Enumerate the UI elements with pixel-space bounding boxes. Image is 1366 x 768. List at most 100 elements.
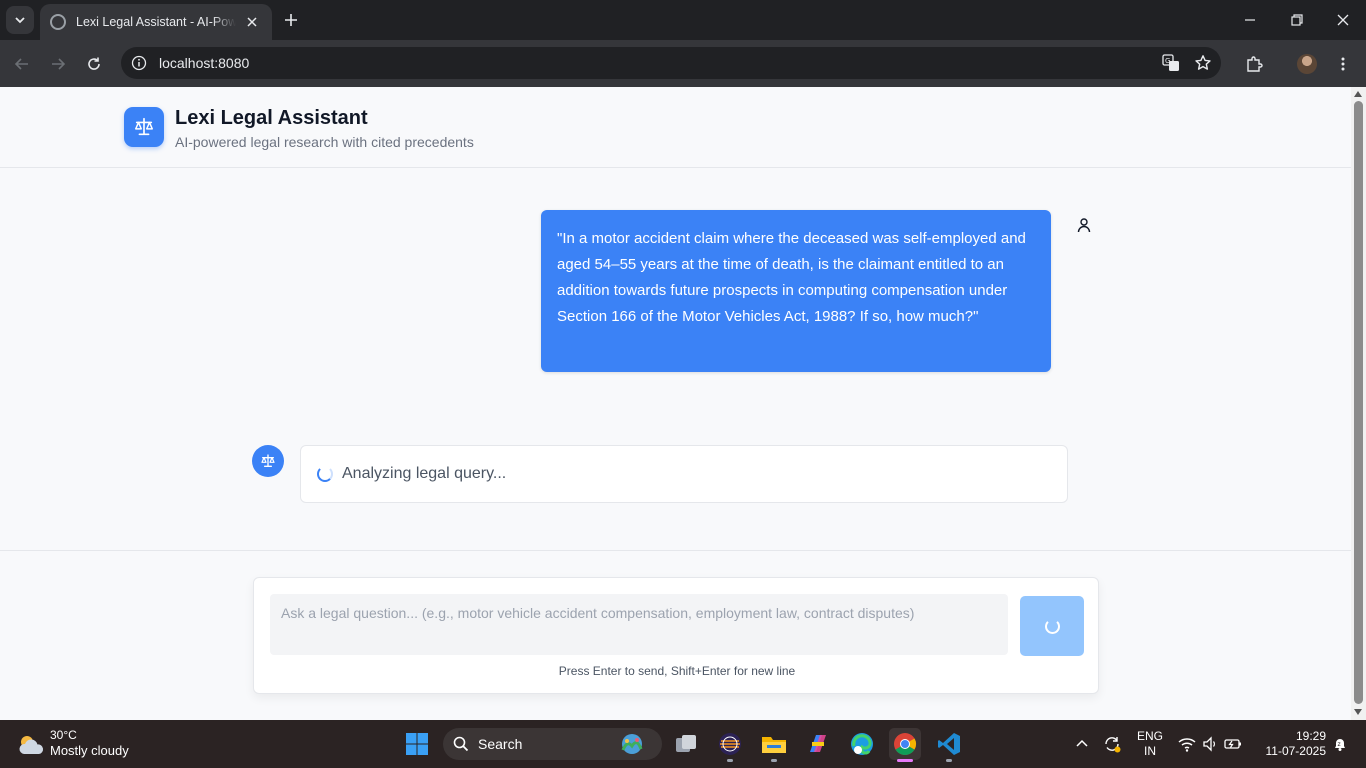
volume-icon (1203, 736, 1216, 752)
translate-icon: G (1162, 54, 1179, 71)
translate-button[interactable]: G (1159, 51, 1183, 75)
sync-icon (1105, 737, 1121, 753)
language-code: ENG (1136, 729, 1163, 743)
scale-icon (135, 117, 153, 136)
scroll-down-arrow-icon[interactable] (1354, 709, 1362, 715)
extensions-button[interactable] (1242, 52, 1266, 76)
clock-date: 11-07-2025 (1265, 744, 1327, 758)
forward-button[interactable] (46, 52, 70, 76)
active-indicator (897, 759, 913, 762)
plus-icon (285, 14, 297, 26)
assistant-avatar (252, 445, 284, 477)
close-icon (1337, 14, 1349, 26)
bookmark-button[interactable] (1191, 51, 1215, 75)
minimize-icon (1245, 19, 1255, 21)
taskbar-app-edge[interactable] (846, 728, 878, 760)
scale-icon (261, 454, 275, 467)
quick-settings-button[interactable] (1172, 728, 1248, 760)
clock-time: 19:29 (1295, 729, 1326, 743)
reload-button[interactable] (82, 52, 106, 76)
copilot-icon (810, 735, 826, 752)
globe-icon (50, 14, 66, 30)
assistant-status-text: Analyzing legal query... (342, 465, 507, 482)
notifications-button[interactable]: z (1330, 728, 1350, 760)
app-logo (124, 107, 164, 147)
star-icon (1195, 55, 1211, 70)
scroll-thumb[interactable] (1354, 101, 1363, 704)
browser-tab[interactable]: Lexi Legal Assistant - AI-Powered Legal … (40, 4, 272, 40)
composer-hint: Press Enter to send, Shift+Enter for new… (558, 664, 796, 678)
windows-taskbar: 30°C Mostly cloudy Search ENG IN 19:29 1… (0, 720, 1366, 768)
eclipse-icon (719, 733, 741, 755)
clock[interactable]: 19:29 11-07-2025 (1258, 729, 1327, 759)
user-icon (1077, 218, 1091, 233)
user-message: "In a motor accident claim where the dec… (541, 210, 1051, 372)
loading-spinner-icon (1044, 618, 1060, 634)
address-bar[interactable]: localhost:8080 G (121, 47, 1221, 79)
page-viewport: Lexi Legal Assistant AI-powered legal re… (0, 87, 1351, 720)
weather-temperature: 30°C (50, 728, 77, 742)
chevron-up-icon (1076, 739, 1088, 747)
browser-tab-strip: Lexi Legal Assistant - AI-Powered Legal … (0, 0, 1366, 40)
wifi-icon (1178, 738, 1196, 752)
weather-description: Mostly cloudy (50, 743, 129, 758)
region-code: IN (1144, 744, 1156, 758)
tab-search-button[interactable] (6, 6, 34, 34)
taskbar-search[interactable]: Search (443, 728, 662, 760)
browser-menu-button[interactable] (1331, 52, 1355, 76)
tab-title: Lexi Legal Assistant - AI-Powered Legal … (76, 15, 236, 29)
notification-bell-icon: z (1335, 739, 1345, 751)
restore-icon (1291, 14, 1303, 26)
composer-card: Press Enter to send, Shift+Enter for new… (253, 577, 1099, 694)
url-text: localhost:8080 (159, 55, 250, 71)
sync-status-button[interactable] (1096, 728, 1128, 760)
query-input[interactable] (270, 594, 1008, 655)
send-button[interactable] (1020, 596, 1084, 656)
page-scrollbar[interactable] (1351, 87, 1366, 720)
app-title: Lexi Legal Assistant (175, 107, 368, 129)
search-highlight-icon (621, 734, 643, 754)
scroll-up-arrow-icon[interactable] (1354, 91, 1362, 97)
puzzle-icon (1247, 56, 1263, 72)
restore-button[interactable] (1285, 8, 1309, 32)
minimize-button[interactable] (1238, 8, 1262, 32)
battery-icon (1224, 739, 1241, 749)
running-indicator (727, 759, 733, 762)
more-vertical-icon (1341, 57, 1345, 71)
close-icon (247, 17, 257, 27)
arrow-left-icon (14, 58, 28, 70)
svg-text:z: z (1338, 741, 1341, 748)
taskbar-app-file-explorer[interactable] (758, 728, 790, 762)
vscode-icon (938, 733, 960, 755)
weather-widget[interactable]: 30°C Mostly cloudy (16, 728, 129, 759)
tab-close-button[interactable] (242, 12, 262, 32)
arrow-right-icon (52, 58, 66, 70)
close-window-button[interactable] (1331, 8, 1355, 32)
search-icon (453, 736, 469, 752)
assistant-message: Analyzing legal query... (300, 445, 1068, 503)
running-indicator (946, 759, 952, 762)
taskbar-app-chrome[interactable] (889, 728, 921, 762)
language-indicator[interactable]: ENG IN (1134, 729, 1166, 759)
profile-button[interactable] (1295, 52, 1319, 76)
loading-spinner-icon (317, 466, 333, 482)
app-subtitle: AI-powered legal research with cited pre… (175, 134, 474, 150)
chrome-icon (894, 733, 916, 755)
running-indicator (771, 759, 777, 762)
windows-logo-icon (406, 733, 428, 755)
taskbar-app-copilot[interactable] (802, 728, 834, 760)
search-label: Search (478, 736, 523, 752)
start-button[interactable] (401, 728, 433, 760)
composer-area: Press Enter to send, Shift+Enter for new… (0, 550, 1351, 720)
cloudy-weather-icon (16, 733, 44, 755)
new-tab-button[interactable] (281, 10, 301, 30)
info-icon (131, 55, 147, 71)
folder-icon (762, 737, 786, 753)
show-hidden-icons-button[interactable] (1066, 728, 1098, 760)
task-view-button[interactable] (670, 728, 702, 760)
reload-icon (88, 57, 100, 70)
back-button[interactable] (10, 52, 34, 76)
app-header: Lexi Legal Assistant AI-powered legal re… (0, 87, 1351, 168)
taskbar-app-eclipse[interactable] (714, 728, 746, 762)
taskbar-app-vscode[interactable] (933, 728, 965, 762)
